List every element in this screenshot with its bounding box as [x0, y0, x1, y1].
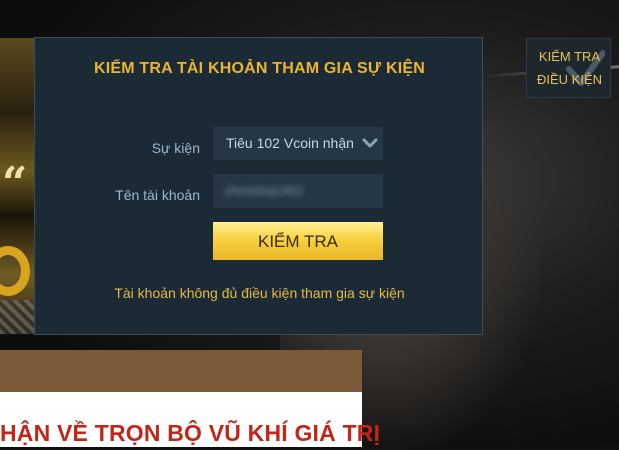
left-promo-art: “	[0, 38, 34, 334]
event-select-value: Tiêu 102 Vcoin nhận	[226, 135, 354, 151]
event-select[interactable]: Tiêu 102 Vcoin nhận	[213, 127, 383, 160]
check-eligibility-label-line2: ĐIỀU KIỆN	[536, 72, 602, 87]
chevron-down-icon	[362, 138, 378, 148]
modal-title: KIỂM TRA TÀI KHOẢN THAM GIA SỰ KIỆN	[93, 60, 426, 77]
quote-glyph: “	[2, 158, 28, 209]
account-label: Tên tài khoản	[115, 187, 200, 203]
account-input-value: zhminhq1402	[225, 183, 304, 198]
event-label: Sự kiện	[151, 140, 200, 156]
gold-ring-decoration	[0, 246, 30, 296]
submit-check-button[interactable]: KIỂM TRA	[213, 222, 383, 260]
status-message: Tài khoản không đủ điều kiện tham gia sự…	[114, 285, 405, 301]
banner-headline: HẬN VỀ TRỌN BỘ VŨ KHÍ GIÁ TRỊ	[0, 420, 381, 446]
account-input[interactable]: zhminhq1402	[213, 174, 383, 208]
account-check-modal: KIỂM TRA TÀI KHOẢN THAM GIA SỰ KIỆN Sự k…	[34, 37, 483, 335]
check-eligibility-label-line1: KIỂM TRA	[538, 49, 601, 64]
chain-decoration	[0, 300, 34, 334]
banner-band	[0, 350, 362, 392]
check-eligibility-button[interactable]: KIỂM TRA ĐIỀU KIỆN	[526, 38, 611, 98]
